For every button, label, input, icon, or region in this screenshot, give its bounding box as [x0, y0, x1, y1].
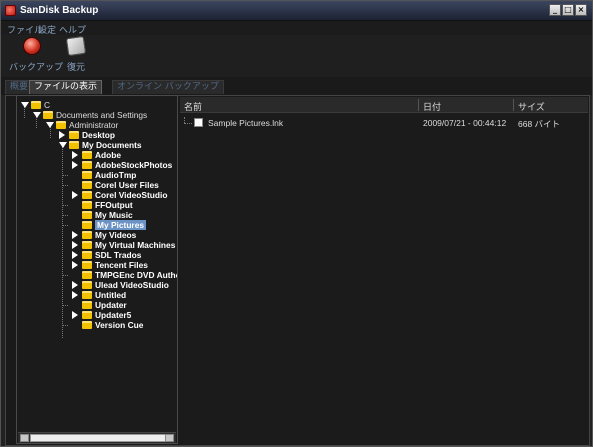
- tree-node-label: TMPGEnc DVD Autho: [95, 270, 178, 280]
- tree-node-label: My Pictures: [95, 220, 147, 230]
- folder-icon: [82, 151, 92, 159]
- window-title: SanDisk Backup: [20, 5, 99, 16]
- restore-button[interactable]: 復元: [63, 35, 89, 73]
- tree-node-label: Tencent Files: [95, 260, 148, 270]
- tree-connector: [63, 305, 68, 306]
- expanded-arrow-icon[interactable]: [46, 122, 54, 128]
- file-row[interactable]: Sample Pictures.lnk 2009/07/21 - 00:44:1…: [180, 117, 588, 129]
- file-size: 668 バイト: [518, 119, 561, 129]
- collapsed-arrow-icon[interactable]: [72, 261, 78, 269]
- tree-connector: [63, 325, 68, 326]
- restore-label: 復元: [66, 63, 85, 73]
- tab-bar: 概要 ファイルの表示 オンライン バックアップ: [1, 77, 592, 95]
- collapsed-arrow-icon[interactable]: [72, 231, 78, 239]
- collapsed-arrow-icon[interactable]: [72, 291, 78, 299]
- folder-icon: [82, 311, 92, 319]
- file-date: 2009/07/21 - 00:44:12: [423, 118, 507, 128]
- expanded-arrow-icon[interactable]: [59, 142, 67, 148]
- tree-node-label: AdobeStockPhotos: [95, 160, 173, 170]
- backup-icon: [23, 37, 41, 55]
- folder-icon: [43, 111, 53, 119]
- folder-icon: [82, 181, 92, 189]
- title-bar[interactable]: SanDisk Backup _ □ ×: [1, 1, 592, 21]
- folder-icon: [82, 321, 92, 329]
- folder-icon: [56, 121, 66, 129]
- tree-connector: [63, 205, 68, 206]
- tree-node-label: AudioTmp: [95, 170, 137, 180]
- app-icon: [5, 5, 16, 16]
- folder-icon: [82, 211, 92, 219]
- folder-icon: [31, 101, 41, 109]
- collapsed-arrow-icon[interactable]: [72, 311, 78, 319]
- folder-tree[interactable]: C Documents and Settings Administrator D…: [16, 95, 178, 444]
- column-header-date[interactable]: 日付: [423, 100, 441, 113]
- file-list[interactable]: 名前 日付 サイズ Sample Pictures.lnk 2009/07/21…: [180, 97, 588, 444]
- folder-icon: [82, 201, 92, 209]
- app-window: SanDisk Backup _ □ × ファイル 設定 ヘルプ バックアップ …: [0, 0, 593, 447]
- tree-node-label: Corel VideoStudio: [95, 190, 168, 200]
- backup-button[interactable]: バックアップ: [9, 37, 64, 73]
- menu-bar: ファイル 設定 ヘルプ: [1, 21, 592, 36]
- folder-icon: [69, 141, 79, 149]
- tree-connector: [63, 225, 68, 226]
- folder-icon: [82, 191, 92, 199]
- tree-node-label: Updater5: [95, 310, 132, 320]
- expanded-arrow-icon[interactable]: [21, 102, 29, 108]
- tree-node-label: FFOutput: [95, 200, 133, 210]
- folder-icon: [82, 301, 92, 309]
- folder-icon: [82, 241, 92, 249]
- tree-node-label: SDL Trados: [95, 250, 142, 260]
- folder-icon: [82, 261, 92, 269]
- scroll-left-button[interactable]: [20, 434, 29, 442]
- minimize-button[interactable]: _: [549, 4, 561, 16]
- expanded-arrow-icon[interactable]: [33, 112, 41, 118]
- toolbar: バックアップ 復元: [1, 35, 592, 77]
- tree-node-label: My Music: [95, 210, 133, 220]
- folder-icon: [82, 231, 92, 239]
- file-checkbox[interactable]: [194, 118, 203, 127]
- folder-icon: [69, 131, 79, 139]
- tree-node-label: Ulead VideoStudio: [95, 280, 169, 290]
- tree-node-label: Updater: [95, 300, 127, 310]
- column-header-size[interactable]: サイズ: [518, 100, 545, 113]
- folder-icon: [82, 281, 92, 289]
- tree-connector: [63, 275, 68, 276]
- tree-node-label: My Videos: [95, 230, 137, 240]
- collapsed-arrow-icon[interactable]: [72, 281, 78, 289]
- tree-horizontal-scrollbar[interactable]: [18, 432, 176, 443]
- collapsed-arrow-icon[interactable]: [59, 131, 65, 139]
- tree-node-label: Version Cue: [95, 320, 144, 330]
- collapsed-arrow-icon[interactable]: [72, 161, 78, 169]
- collapsed-arrow-icon[interactable]: [72, 241, 78, 249]
- scroll-thumb[interactable]: [30, 434, 168, 442]
- backup-label: バックアップ: [9, 63, 64, 73]
- folder-icon: [82, 221, 92, 229]
- tree-connector: [63, 175, 68, 176]
- collapsed-arrow-icon[interactable]: [72, 251, 78, 259]
- tab-file-view[interactable]: ファイルの表示: [29, 80, 103, 94]
- folder-icon: [82, 171, 92, 179]
- tree-node-label: Corel User Files: [95, 180, 159, 190]
- tab-online-backup[interactable]: オンライン バックアップ: [112, 80, 224, 94]
- restore-icon: [65, 35, 87, 57]
- tree-node-label: Untitled: [95, 290, 127, 300]
- tree-connector: [63, 215, 68, 216]
- scroll-right-button[interactable]: [165, 434, 174, 442]
- folder-icon: [82, 271, 92, 279]
- folder-icon: [82, 291, 92, 299]
- folder-icon: [82, 251, 92, 259]
- column-header-name[interactable]: 名前: [184, 100, 202, 113]
- file-name: Sample Pictures.lnk: [208, 118, 284, 128]
- tree-node-label: Adobe: [95, 150, 122, 160]
- tree-connector: [63, 185, 68, 186]
- close-button[interactable]: ×: [575, 4, 587, 16]
- collapsed-arrow-icon[interactable]: [72, 151, 78, 159]
- folder-icon: [82, 161, 92, 169]
- tree-node-label: My Virtual Machines: [95, 240, 176, 250]
- collapsed-arrow-icon[interactable]: [72, 191, 78, 199]
- maximize-button[interactable]: □: [562, 4, 574, 16]
- file-list-header: 名前 日付 サイズ: [180, 97, 588, 113]
